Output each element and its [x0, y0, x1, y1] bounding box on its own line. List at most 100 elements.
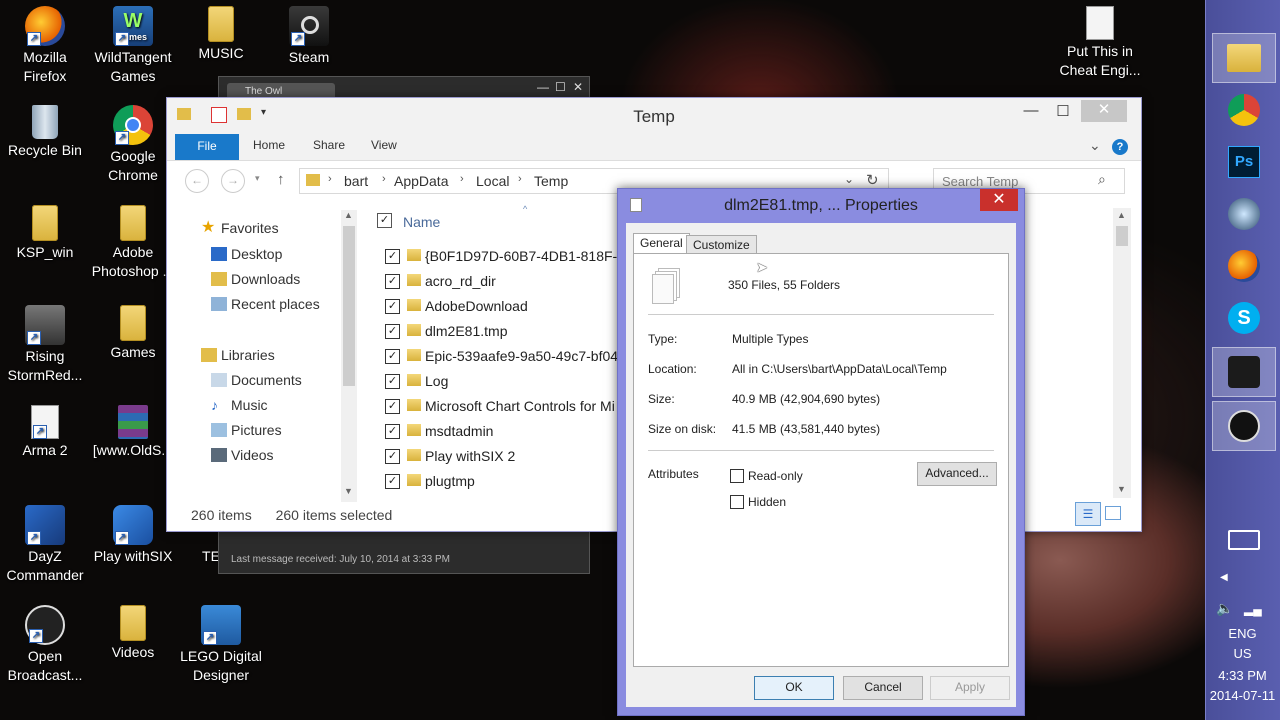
help-icon[interactable]: ? — [1112, 139, 1128, 155]
row-checkbox[interactable]: ✓ — [385, 299, 400, 314]
desktop-icon-rising-storm[interactable]: ↗ Rising StormRed... — [0, 305, 90, 385]
desktop-icon-wildtangent[interactable]: W Games ↗ WildTangent Games — [88, 6, 178, 86]
tab-view[interactable]: View — [371, 138, 397, 152]
file-row[interactable]: ✓ Play withSIX 2 — [381, 444, 621, 468]
row-checkbox[interactable]: ✓ — [385, 274, 400, 289]
row-checkbox[interactable]: ✓ — [385, 449, 400, 464]
maximize-button[interactable]: ☐ — [1045, 102, 1081, 124]
nav-pictures[interactable]: Pictures — [211, 422, 282, 438]
maximize-icon[interactable]: ☐ — [555, 80, 566, 94]
row-checkbox[interactable]: ✓ — [385, 324, 400, 339]
desktop-icon-photoshop[interactable]: Adobe Photoshop ... — [88, 205, 178, 281]
nav-desktop[interactable]: Desktop — [211, 246, 282, 262]
input-region[interactable]: US — [1205, 646, 1280, 661]
file-row[interactable]: ✓ dlm2E81.tmp — [381, 319, 621, 343]
ok-button[interactable]: OK — [754, 676, 834, 700]
taskbar-app[interactable] — [1213, 190, 1275, 238]
apply-button[interactable]: Apply — [930, 676, 1010, 700]
scroll-thumb[interactable] — [343, 226, 355, 386]
desktop-icon-arma2[interactable]: ↗ Arma 2 — [0, 405, 90, 460]
breadcrumb-bart[interactable]: bart — [344, 173, 368, 189]
cancel-button[interactable]: Cancel — [843, 676, 923, 700]
column-header-name[interactable]: Name — [403, 214, 440, 230]
breadcrumb-temp[interactable]: Temp — [534, 173, 568, 189]
nav-downloads[interactable]: Downloads — [211, 271, 300, 287]
desktop-icon-music[interactable]: MUSIC — [176, 6, 266, 63]
nav-recent-places[interactable]: Recent places — [211, 296, 320, 312]
tab-customize[interactable]: Customize — [686, 235, 757, 255]
taskbar-photoshop[interactable]: Ps — [1213, 138, 1275, 186]
list-scrollbar[interactable]: ▲ ▼ — [1113, 208, 1131, 498]
desktop-icon-dayz-commander[interactable]: ↗ DayZ Commander — [0, 505, 90, 585]
taskbar-firefox[interactable] — [1213, 242, 1275, 290]
row-checkbox[interactable]: ✓ — [385, 349, 400, 364]
back-button[interactable]: ← — [185, 169, 209, 193]
scroll-thumb[interactable] — [1116, 226, 1128, 246]
refresh-icon[interactable]: ↻ — [866, 171, 879, 189]
desktop-icon-videos[interactable]: Videos — [88, 605, 178, 662]
expand-ribbon-icon[interactable]: ⌄ — [1089, 137, 1101, 154]
file-row[interactable]: ✓ msdtadmin — [381, 419, 621, 443]
file-row[interactable]: ✓ acro_rd_dir — [381, 269, 621, 293]
tab-file[interactable]: File — [175, 134, 239, 160]
address-dropdown-icon[interactable]: ⌄ — [844, 172, 854, 186]
desktop-icon-play-withsix[interactable]: ↗ Play withSIX — [88, 505, 178, 566]
nav-libraries[interactable]: Libraries — [201, 347, 275, 363]
input-language[interactable]: ENG — [1205, 626, 1280, 641]
file-row[interactable]: ✓ plugtmp — [381, 469, 621, 493]
explorer-title-bar[interactable]: ▾ Temp — ☐ ✕ — [167, 98, 1141, 134]
minimize-icon[interactable]: — — [537, 80, 549, 94]
desktop-icon-games[interactable]: Games — [88, 305, 178, 362]
tab-general[interactable]: General — [633, 233, 690, 255]
scroll-down-icon[interactable]: ▼ — [344, 486, 353, 496]
advanced-button[interactable]: Advanced... — [917, 462, 997, 486]
tab-home[interactable]: Home — [253, 138, 285, 152]
desktop-icon-cheat-engine-doc[interactable]: Put This in Cheat Engi... — [1055, 6, 1145, 80]
row-checkbox[interactable]: ✓ — [385, 424, 400, 439]
forward-button[interactable]: → — [221, 169, 245, 193]
properties-dialog[interactable]: dlm2E81.tmp, ... Properties ✕ General Cu… — [617, 188, 1025, 716]
breadcrumb-appdata[interactable]: AppData — [394, 173, 448, 189]
breadcrumb-local[interactable]: Local — [476, 173, 509, 189]
hidden-checkbox[interactable] — [730, 495, 744, 509]
file-row[interactable]: ✓ Microsoft Chart Controls for Mi — [381, 394, 621, 418]
touch-keyboard-button[interactable] — [1213, 518, 1275, 562]
scroll-up-icon[interactable]: ▲ — [344, 210, 353, 220]
desktop-icon-ksp-win[interactable]: KSP_win — [0, 205, 90, 262]
minimize-button[interactable]: — — [1013, 102, 1049, 124]
desktop-icon-chrome[interactable]: ↗ Google Chrome — [88, 105, 178, 185]
desktop-icon-steam[interactable]: ↗ Steam — [264, 6, 354, 67]
nav-documents[interactable]: Documents — [211, 372, 302, 388]
close-button[interactable]: ✕ — [980, 189, 1018, 211]
desktop-icon-firefox[interactable]: ↗ Mozilla Firefox — [0, 6, 90, 86]
close-icon[interactable]: ✕ — [573, 80, 583, 94]
desktop-icon-lego-digital-designer[interactable]: ↗ LEGO Digital Designer — [176, 605, 266, 685]
taskbar-obs[interactable] — [1212, 401, 1276, 451]
taskbar-steam[interactable] — [1212, 347, 1276, 397]
nav-favorites[interactable]: ★ Favorites — [201, 220, 279, 237]
file-row[interactable]: ✓ Log — [381, 369, 621, 393]
file-row[interactable]: ✓ AdobeDownload — [381, 294, 621, 318]
taskbar-chrome[interactable] — [1213, 86, 1275, 134]
nav-music[interactable]: ♪ Music — [211, 397, 268, 413]
network-icon[interactable]: ▂▄ — [1244, 602, 1262, 616]
details-view-button[interactable]: ☰ — [1075, 502, 1101, 526]
row-checkbox[interactable]: ✓ — [385, 374, 400, 389]
recent-locations-icon[interactable]: ▾ — [255, 173, 260, 184]
large-icons-view-button[interactable] — [1105, 506, 1121, 520]
taskbar-file-explorer[interactable] — [1212, 33, 1276, 83]
nav-videos[interactable]: Videos — [211, 447, 274, 463]
taskbar-skype[interactable]: S — [1213, 294, 1275, 342]
desktop-icon-recycle-bin[interactable]: Recycle Bin — [0, 105, 90, 160]
navigation-pane[interactable]: ★ Favorites Desktop Downloads Recent plac… — [175, 208, 359, 498]
row-checkbox[interactable]: ✓ — [385, 249, 400, 264]
desktop-icon-obs[interactable]: ↗ Open Broadcast... — [0, 605, 90, 685]
row-checkbox[interactable]: ✓ — [385, 399, 400, 414]
scroll-down-icon[interactable]: ▼ — [1117, 484, 1126, 494]
file-row[interactable]: ✓ {B0F1D97D-60B7-4DB1-818F-2 — [381, 244, 625, 268]
row-checkbox[interactable]: ✓ — [385, 474, 400, 489]
nav-scrollbar[interactable]: ▲ ▼ — [341, 210, 357, 502]
up-button[interactable]: ↑ — [277, 171, 285, 188]
read-only-checkbox[interactable] — [730, 469, 744, 483]
show-hidden-icons[interactable]: ◀ — [1220, 572, 1228, 583]
